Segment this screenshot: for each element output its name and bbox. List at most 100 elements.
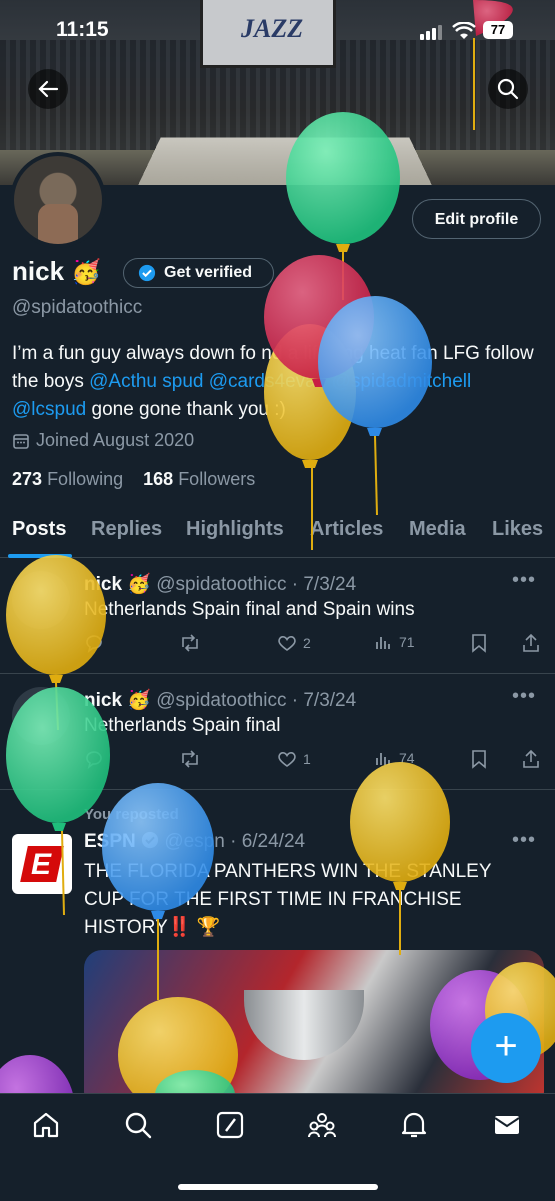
bio-mention-link[interactable]: @cards4eva1 xyxy=(209,371,327,392)
share-button[interactable] xyxy=(521,633,541,653)
heart-icon xyxy=(278,636,296,651)
bookmark-button[interactable] xyxy=(470,749,488,769)
communities-icon[interactable] xyxy=(307,1110,337,1140)
profile-name: nick 🥳 xyxy=(12,256,101,287)
like-button[interactable]: 2 xyxy=(277,633,311,653)
basketball-court xyxy=(137,137,433,185)
views-count: 71 xyxy=(399,634,415,650)
get-verified-label: Get verified xyxy=(164,264,253,281)
home-indicator xyxy=(178,1184,378,1190)
post-more-button[interactable]: ••• xyxy=(512,685,536,708)
tab-highlights[interactable]: Highlights xyxy=(186,518,284,541)
post-date: 7/3/24 xyxy=(303,574,357,595)
arrow-left-icon xyxy=(38,80,59,98)
share-icon xyxy=(523,633,539,652)
tab-posts[interactable]: Posts xyxy=(12,518,66,541)
reply-icon xyxy=(86,635,102,653)
repost-button[interactable] xyxy=(179,633,201,653)
post-more-button[interactable]: ••• xyxy=(512,829,536,852)
post-actions: 2 71 xyxy=(84,633,544,657)
back-button[interactable] xyxy=(28,69,68,109)
views-chart-icon xyxy=(376,753,390,765)
profile-handle: @spidatoothicc xyxy=(12,297,143,318)
share-button[interactable] xyxy=(521,749,541,769)
post-text: THE FLORIDA PANTHERS WIN THE STANLEY CUP… xyxy=(84,861,492,938)
bio-mention-link[interactable]: @lcspud xyxy=(12,399,86,420)
joined-text: Joined August 2020 xyxy=(36,430,195,450)
following-label: Following xyxy=(47,469,124,489)
reply-button[interactable] xyxy=(84,749,104,769)
profile-avatar[interactable] xyxy=(10,152,106,248)
party-emoji: 🥳 xyxy=(127,574,151,595)
post-avatar[interactable] xyxy=(12,687,70,745)
bell-icon[interactable] xyxy=(399,1110,429,1140)
home-icon[interactable] xyxy=(31,1110,61,1140)
followers-count: 168 xyxy=(143,469,174,489)
grok-icon[interactable] xyxy=(215,1110,245,1140)
post-author-name: nick xyxy=(84,690,123,711)
battery-indicator: 77 xyxy=(483,21,513,39)
party-emoji: 🥳 xyxy=(71,259,102,286)
tab-media[interactable]: Media xyxy=(409,518,466,541)
post-item[interactable]: nick 🥳 @spidatoothicc · 7/3/24 ••• Nethe… xyxy=(0,557,555,674)
bio-text: gone gone thank you :) xyxy=(86,399,286,420)
bookmark-icon xyxy=(472,634,486,653)
espn-logo-letter: E xyxy=(31,848,52,881)
post-more-button[interactable]: ••• xyxy=(512,569,536,592)
post-author-name: nick xyxy=(84,574,123,595)
bio-mention-link[interactable]: @Acthu xyxy=(89,371,157,392)
post-avatar[interactable] xyxy=(12,571,70,629)
verified-badge-icon xyxy=(141,831,159,849)
edit-profile-button[interactable]: Edit profile xyxy=(412,199,541,239)
views-button[interactable]: 74 xyxy=(375,749,415,767)
profile-bio: I’m a fun guy always down fo nd a lifelo… xyxy=(12,340,542,424)
post-item[interactable]: nick 🥳 @spidatoothicc · 7/3/24 ••• Nethe… xyxy=(0,673,555,790)
profile-name-text: nick xyxy=(12,256,65,286)
views-button[interactable]: 71 xyxy=(375,633,415,651)
following-link[interactable]: 273 Following xyxy=(12,469,123,489)
post-date: 6/24/24 xyxy=(241,831,306,852)
search-nav-icon[interactable] xyxy=(123,1110,153,1140)
post-actions: 1 74 xyxy=(84,749,544,773)
bio-mention-link[interactable]: @spidadmitchell xyxy=(332,371,472,392)
repost-icon xyxy=(182,750,198,768)
tab-replies[interactable]: Replies xyxy=(91,518,162,541)
repost-icon xyxy=(182,634,198,652)
post-date: 7/3/24 xyxy=(303,690,357,711)
search-icon xyxy=(497,78,519,100)
post-text: Netherlands Spain final and Spain wins xyxy=(84,599,415,620)
status-bar: 11:15 77 xyxy=(0,0,555,60)
profile-tabs: Posts Replies Highlights Articles Media … xyxy=(0,505,555,558)
post-text: Netherlands Spain final xyxy=(84,715,281,736)
like-button[interactable]: 1 xyxy=(277,749,311,769)
verified-badge-icon xyxy=(138,264,156,282)
repost-button[interactable] xyxy=(179,749,201,769)
stanley-cup-image xyxy=(244,990,364,1060)
tab-likes[interactable]: Likes xyxy=(492,518,543,541)
messages-icon[interactable] xyxy=(492,1110,522,1140)
post-author-handle: @spidatoothicc xyxy=(156,574,287,595)
following-count: 273 xyxy=(12,469,43,489)
followers-link[interactable]: 168 Followers xyxy=(143,469,255,489)
views-count: 74 xyxy=(399,750,415,766)
search-button[interactable] xyxy=(488,69,528,109)
espn-avatar[interactable]: E xyxy=(12,834,72,894)
compose-post-button[interactable]: + xyxy=(471,1013,541,1083)
views-chart-icon xyxy=(376,637,390,649)
get-verified-button[interactable]: Get verified xyxy=(123,258,274,288)
tab-articles[interactable]: Articles xyxy=(310,518,383,541)
post-header: ESPN @espn · 6/24/24 xyxy=(84,831,306,852)
calendar-icon xyxy=(13,433,29,449)
reply-button[interactable] xyxy=(84,633,104,653)
joined-date: Joined August 2020 xyxy=(12,430,194,451)
bio-mention-link[interactable]: spud xyxy=(162,371,203,392)
post-author-name: ESPN xyxy=(84,831,136,852)
heart-icon xyxy=(278,752,296,767)
signal-icon xyxy=(420,25,444,45)
post-author-handle: @spidatoothicc xyxy=(156,690,287,711)
bio-text: I’m a fun guy always down fo xyxy=(12,343,256,364)
like-count: 2 xyxy=(303,635,311,651)
follow-counts: 273 Following 168 Followers xyxy=(12,469,255,490)
reply-icon xyxy=(86,751,102,769)
bookmark-button[interactable] xyxy=(470,633,488,653)
